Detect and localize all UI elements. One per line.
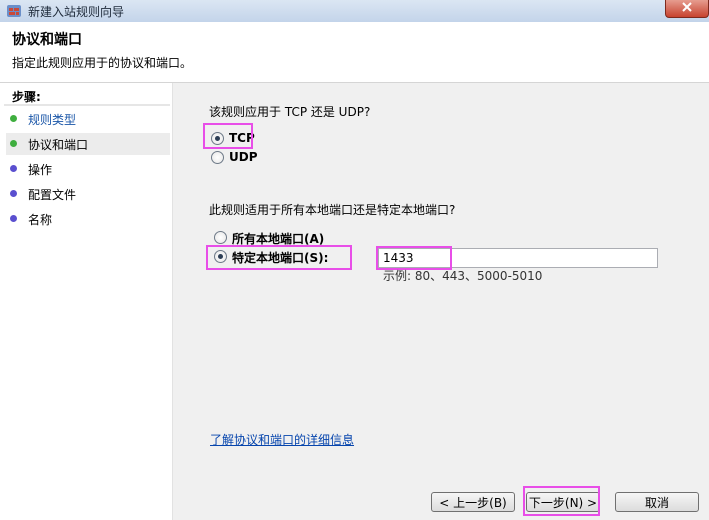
step-label: 名称: [28, 213, 53, 227]
step-action[interactable]: 操作: [6, 158, 170, 180]
step-label: 操作: [28, 163, 53, 177]
steps-title: 步骤:: [12, 90, 41, 104]
step-status-dot: [10, 165, 17, 172]
port-question: 此规则适用于所有本地端口还是特定本地端口?: [209, 203, 456, 217]
wizard-header: 协议和端口 指定此规则应用于的协议和端口。: [0, 22, 709, 83]
udp-radio[interactable]: [211, 151, 224, 164]
close-button[interactable]: [665, 0, 709, 18]
next-button-highlight-box: [523, 486, 600, 516]
page-subtitle: 指定此规则应用于的协议和端口。: [12, 56, 193, 70]
step-status-dot: [10, 190, 17, 197]
steps-panel: 步骤: 规则类型 协议和端口 操作 配置文件 名称: [0, 83, 173, 520]
steps-divider: [4, 104, 170, 106]
step-status-dot: [10, 215, 17, 222]
page-title: 协议和端口: [12, 32, 82, 48]
specific-ports-highlight-box: [206, 245, 352, 270]
main-content: 该规则应用于 TCP 还是 UDP? TCP UDP 此规则适用于所有本地端口还…: [173, 83, 709, 520]
step-label: 配置文件: [28, 188, 77, 202]
window-title: 新建入站规则向导: [28, 5, 125, 19]
protocol-question: 该规则应用于 TCP 还是 UDP?: [209, 105, 371, 119]
step-name[interactable]: 名称: [6, 208, 170, 230]
port-hint: 示例: 80、443、5000-5010: [383, 269, 543, 283]
back-button[interactable]: < 上一步(B): [431, 492, 515, 512]
learn-more-link[interactable]: 了解协议和端口的详细信息: [210, 431, 354, 448]
step-protocol-and-ports[interactable]: 协议和端口: [6, 133, 170, 155]
close-icon: [682, 2, 692, 12]
step-rule-type[interactable]: 规则类型: [6, 108, 170, 130]
step-label: 规则类型: [28, 113, 77, 127]
all-ports-radio[interactable]: [214, 231, 227, 244]
cancel-button[interactable]: 取消: [615, 492, 699, 512]
title-bar: 新建入站规则向导: [0, 0, 709, 23]
step-profile[interactable]: 配置文件: [6, 183, 170, 205]
firewall-app-icon: [7, 5, 21, 17]
step-label: 协议和端口: [28, 138, 89, 152]
tcp-highlight-box: [203, 123, 253, 149]
udp-label: UDP: [229, 150, 258, 164]
step-status-dot: [10, 140, 17, 147]
step-status-dot: [10, 115, 17, 122]
